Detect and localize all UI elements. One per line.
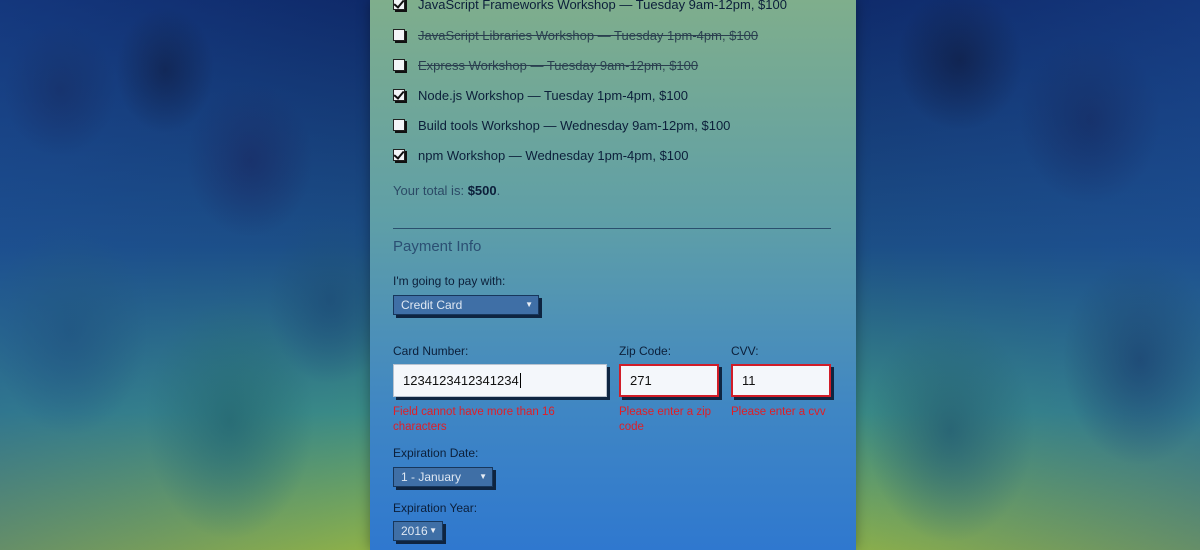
activity-npm[interactable]: npm Workshop — Wednesday 1pm-4pm, $100 [393,145,689,165]
activity-build-tools[interactable]: Build tools Workshop — Wednesday 9am-12p… [393,115,730,135]
expiration-date-select[interactable]: 1 - January ▼ [393,467,493,487]
payment-section-title: Payment Info [393,238,482,255]
checkbox-icon[interactable] [393,59,405,71]
activity-label: Express Workshop — Tuesday 9am-12pm, $10… [418,57,699,73]
expiration-date-value: 1 - January [401,470,462,484]
cvv-value: 11 [742,373,756,388]
total-prefix: Your total is: [393,183,468,198]
chevron-down-icon: ▼ [525,300,533,309]
activity-label: JavaScript Frameworks Workshop — Tuesday… [418,0,787,12]
card-number-input[interactable]: 1234123412341234 [393,364,607,397]
zip-code-value: 271 [630,373,652,388]
total-suffix: . [496,183,501,198]
cvv-label: CVV: [731,344,759,358]
checkbox-icon[interactable] [393,89,405,101]
expiration-year-select[interactable]: 2016 ▼ [393,521,443,541]
card-number-error: Field cannot have more than 16 character… [393,406,555,433]
activity-js-libraries[interactable]: JavaScript Libraries Workshop — Tuesday … [393,25,758,45]
zip-code-error: Please enter a zip code [619,406,712,433]
registration-form-panel: JavaScript Frameworks Workshop — Tuesday… [370,0,856,550]
expiration-year-label: Expiration Year: [393,501,478,515]
expiration-year-value: 2016 [401,524,428,538]
card-number-value: 1234123412341234 [403,373,519,388]
total-text: Your total is: $500. [393,183,500,198]
cvv-input[interactable]: 11 [731,364,831,397]
checkbox-icon[interactable] [393,149,405,161]
section-divider [393,228,831,229]
activity-nodejs[interactable]: Node.js Workshop — Tuesday 1pm-4pm, $100 [393,85,688,105]
card-number-label: Card Number: [393,344,469,358]
pay-with-label: I'm going to pay with: [393,274,506,288]
chevron-down-icon: ▼ [479,472,487,481]
activity-js-frameworks[interactable]: JavaScript Frameworks Workshop — Tuesday… [393,0,787,14]
chevron-down-icon: ▼ [429,526,437,535]
activity-label: Build tools Workshop — Wednesday 9am-12p… [418,117,731,133]
zip-code-input[interactable]: 271 [619,364,719,397]
payment-method-value: Credit Card [401,298,463,312]
checkbox-icon[interactable] [393,119,405,131]
activity-label: npm Workshop — Wednesday 1pm-4pm, $100 [418,147,689,163]
checkbox-icon[interactable] [393,0,405,10]
activity-label: JavaScript Libraries Workshop — Tuesday … [418,27,759,43]
cvv-error: Please enter a cvv [731,406,826,418]
activity-label: Node.js Workshop — Tuesday 1pm-4pm, $100 [418,87,689,103]
zip-code-label: Zip Code: [619,344,672,358]
payment-method-select[interactable]: Credit Card ▼ [393,295,539,315]
checkbox-icon[interactable] [393,29,405,41]
activity-express[interactable]: Express Workshop — Tuesday 9am-12pm, $10… [393,55,698,75]
text-caret [519,373,521,388]
expiration-date-label: Expiration Date: [393,446,479,460]
total-amount: $500 [467,183,497,198]
